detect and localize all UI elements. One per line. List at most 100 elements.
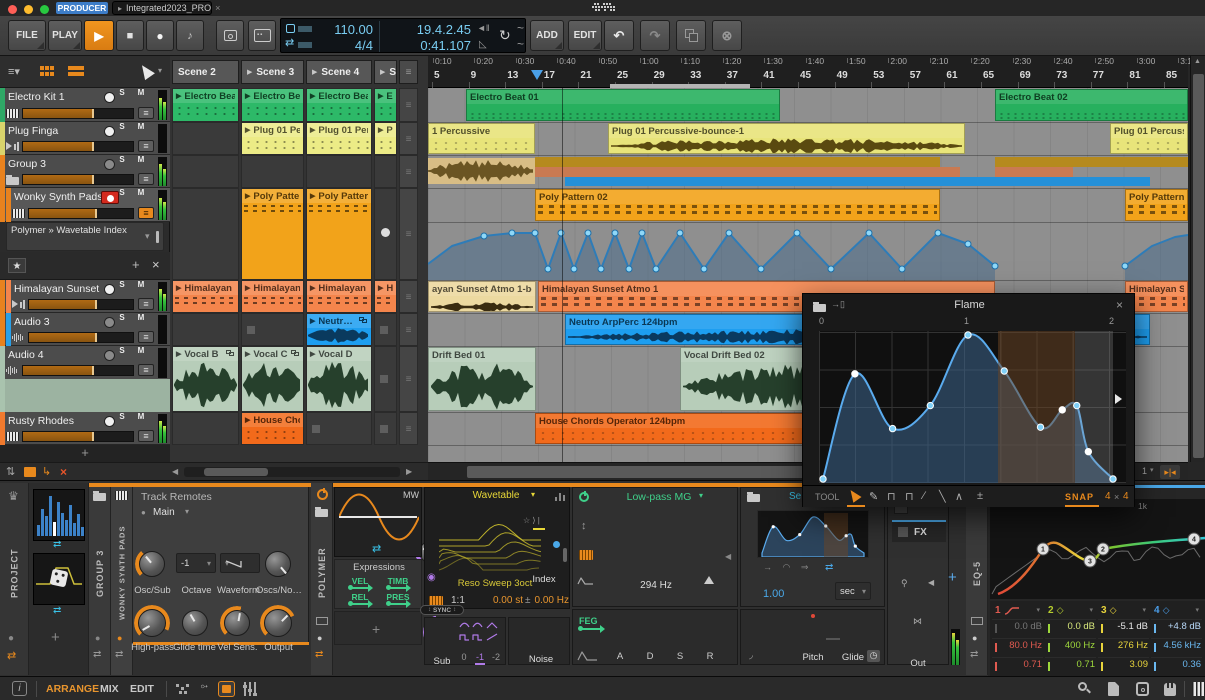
wavetable-selector[interactable]: Wavetable	[461, 490, 531, 503]
launcher-clip[interactable]: ▶Hi	[375, 281, 396, 312]
clip-play-icon[interactable]: ▶	[310, 126, 315, 134]
arm-button[interactable]	[104, 92, 115, 103]
launcher-clip[interactable]: ▶Himalayan …	[173, 281, 238, 312]
eq-db-value[interactable]: 0.0 dB	[1051, 621, 1095, 634]
nudge-tool-icon[interactable]: ±	[977, 490, 989, 504]
empty-slot-plus-icon[interactable]: +	[372, 621, 386, 637]
zoom-fit-icon[interactable]: ▸|◂	[1160, 465, 1180, 479]
slot-stop-button[interactable]	[247, 325, 255, 334]
eq-band-header[interactable]: 3 ◇ ▾	[1098, 603, 1149, 617]
solo-button[interactable]: S	[119, 188, 124, 197]
clip-play-icon[interactable]: ▶	[245, 350, 250, 358]
mod-routing-icon[interactable]: ⇄	[970, 649, 982, 661]
arranger-clip[interactable]: Plug 01 Percussive	[1110, 123, 1188, 154]
delete-button[interactable]: ⊗	[712, 20, 742, 51]
power-icon[interactable]	[317, 488, 328, 500]
clip-slot[interactable]	[241, 155, 304, 188]
fader-handle[interactable]	[92, 109, 95, 118]
display-profile-button[interactable]: ▪▪	[248, 20, 276, 51]
clip-play-icon[interactable]: ▶	[310, 317, 315, 325]
mix-view-button[interactable]: MIX	[100, 683, 128, 696]
track-name[interactable]: Electro Kit 1	[8, 91, 100, 104]
track-list-menu-icon[interactable]: ≡▾	[8, 65, 32, 79]
automation-icon[interactable]: ♂	[194, 678, 215, 699]
mod-unit-select[interactable]: sec ▾	[835, 582, 871, 600]
power-dot-icon[interactable]: ●	[117, 633, 127, 643]
info-button[interactable]: i	[12, 681, 27, 696]
glide-time-knob[interactable]	[182, 610, 208, 636]
solo-button[interactable]: S	[119, 346, 124, 355]
shuffle-icon[interactable]: ⇄	[285, 37, 297, 49]
play-menu-button[interactable]: PLAY	[48, 20, 82, 51]
clip-slot[interactable]	[172, 155, 239, 188]
track-name[interactable]: Audio 3	[14, 316, 106, 329]
scene-header[interactable]: ▶ Scene 3	[241, 60, 304, 84]
mute-button[interactable]: M	[138, 188, 145, 197]
fx-tab[interactable]: FX	[892, 520, 946, 542]
scene-header[interactable]: ▶ Scene 4	[306, 60, 372, 84]
sub-oct-0[interactable]: 0	[459, 652, 469, 662]
traffic-min-button[interactable]	[24, 5, 33, 14]
step2-tool-icon[interactable]: ⊓	[905, 490, 919, 504]
slot-stop-button[interactable]	[380, 424, 388, 433]
fader-handle[interactable]	[92, 142, 95, 151]
launcher-clip[interactable]: ▶Poly Patter…	[242, 189, 303, 279]
ramp-down-tool-icon[interactable]: ╲	[939, 490, 951, 504]
zoom-caret-icon[interactable]: ▾	[1150, 466, 1158, 478]
semitone-value[interactable]: 0.00 st	[479, 595, 523, 607]
power-dot-icon[interactable]: ●	[317, 633, 327, 643]
filter-power-icon[interactable]	[579, 491, 589, 502]
meter-value[interactable]: 4/4	[317, 38, 373, 53]
clip-play-icon[interactable]: ▶	[176, 284, 181, 292]
track-menu-button[interactable]: ≡	[138, 207, 154, 219]
eq-hz-value[interactable]: 276 Hz	[1104, 640, 1148, 653]
arrange-view-button[interactable]: ARRANGE	[46, 683, 99, 696]
snap-x-value[interactable]: 4	[1105, 491, 1113, 503]
volume-fader[interactable]	[22, 108, 134, 119]
octave-select[interactable]: -1 ▾	[176, 553, 216, 573]
arranger-vscrollbar[interactable]: ▲	[1190, 56, 1205, 462]
add-device-plus[interactable]: +	[948, 569, 962, 587]
filter-keys-icon[interactable]	[579, 550, 593, 560]
mute-button[interactable]: M	[138, 122, 145, 131]
osc-sub-knob[interactable]	[139, 551, 165, 577]
clip-play-icon[interactable]: ▶	[245, 192, 250, 200]
traffic-max-button[interactable]	[40, 5, 49, 14]
fader-handle[interactable]	[92, 366, 95, 375]
track-stop-cell[interactable]: ≡	[399, 122, 418, 155]
mute-button[interactable]: M	[138, 155, 145, 164]
remove-device-button[interactable]: ×	[152, 257, 166, 273]
eq-db-value[interactable]: 0.0 dB	[998, 621, 1042, 634]
arm-button[interactable]	[104, 159, 115, 170]
device-selector-caret-icon[interactable]: ▾	[145, 231, 153, 243]
clip-slot[interactable]	[172, 313, 239, 346]
arranger-record-icon[interactable]	[286, 24, 295, 33]
hz-value[interactable]: 0.00 Hz	[533, 595, 569, 607]
clip-play-icon[interactable]: ▶	[310, 192, 315, 200]
audio-engine-icon[interactable]	[1136, 682, 1149, 696]
pointer-tool-icon[interactable]	[846, 487, 863, 503]
cutoff-value[interactable]: 294 Hz	[631, 580, 681, 592]
add-modulator-button[interactable]: +	[51, 629, 67, 649]
add-device-button[interactable]: +	[132, 257, 146, 273]
favorites-button[interactable]: ★	[8, 258, 26, 273]
fader-handle[interactable]	[94, 300, 97, 309]
launcher-clip[interactable]: ▶El	[375, 89, 396, 121]
launcher-clip[interactable]: ▶ Vocal C	[242, 347, 303, 411]
glide-clock-badge[interactable]: ◷	[867, 650, 880, 662]
redo-button[interactable]: ↷	[640, 20, 670, 51]
volume-fader[interactable]	[28, 208, 134, 219]
virtual-keyboard-icon[interactable]	[1192, 682, 1205, 696]
launcher-clip[interactable]: ▶Plug 01 Per…	[242, 123, 303, 154]
clip-slot[interactable]	[306, 155, 372, 188]
solo-button[interactable]: S	[119, 122, 124, 131]
edit-menu-button[interactable]: EDIT	[568, 20, 602, 51]
unison-icons[interactable]: ☆ ⟩ |	[523, 516, 563, 526]
add-button[interactable]: ADD	[530, 20, 564, 51]
ramp-up-tool-icon[interactable]: ∕	[923, 490, 935, 504]
mute-button[interactable]: M	[138, 346, 145, 355]
arranger-clip[interactable]: Drift Bed 01	[428, 347, 536, 411]
track-stop-cell[interactable]: ≡	[399, 280, 418, 313]
metronome-mini-icon[interactable]: ◺	[479, 39, 491, 51]
clip-slot[interactable]	[374, 155, 397, 188]
